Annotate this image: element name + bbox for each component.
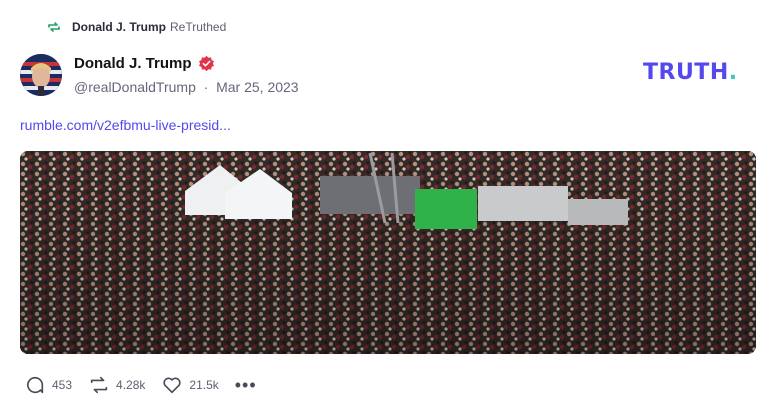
reply-icon [27,376,44,394]
avatar-image [20,54,62,96]
retruth-action-icon [90,376,108,394]
author-name[interactable]: Donald J. Trump [74,55,215,72]
retruth-indicator: Donald J. Trump ReTruthed [46,19,226,35]
retruth-button[interactable]: 4.28k [88,374,145,396]
truth-logo-text: TRUTH [643,60,729,85]
avatar[interactable] [20,54,62,96]
truth-logo-dot: . [728,60,738,85]
action-bar: 453 4.28k 21.5k ••• [24,374,257,396]
retruth-icon [48,22,60,32]
meta-separator: · [199,79,213,95]
author-meta: @realDonaldTrump · Mar 25, 2023 [74,79,299,95]
verified-badge-icon [198,55,214,72]
retruth-count: 4.28k [116,378,146,392]
author-name-text[interactable]: Donald J. Trump [74,55,192,72]
crowd-photo [20,151,756,354]
reply-count: 453 [52,378,73,392]
heart-icon [163,377,182,394]
post-link[interactable]: rumble.com/v2efbmu-live-presid... [20,117,231,133]
post-date[interactable]: Mar 25, 2023 [216,79,299,95]
retruth-user[interactable]: Donald J. Trump [72,20,166,34]
author-handle[interactable]: @realDonaldTrump [74,79,196,95]
like-button[interactable]: 21.5k [161,374,219,396]
reply-button[interactable]: 453 [24,374,72,396]
retruth-label: ReTruthed [170,20,227,34]
more-options-icon[interactable]: ••• [235,375,257,396]
post-media-image[interactable] [20,151,756,354]
like-count: 21.5k [189,378,219,392]
truth-logo[interactable]: TRUTH. [643,60,738,85]
